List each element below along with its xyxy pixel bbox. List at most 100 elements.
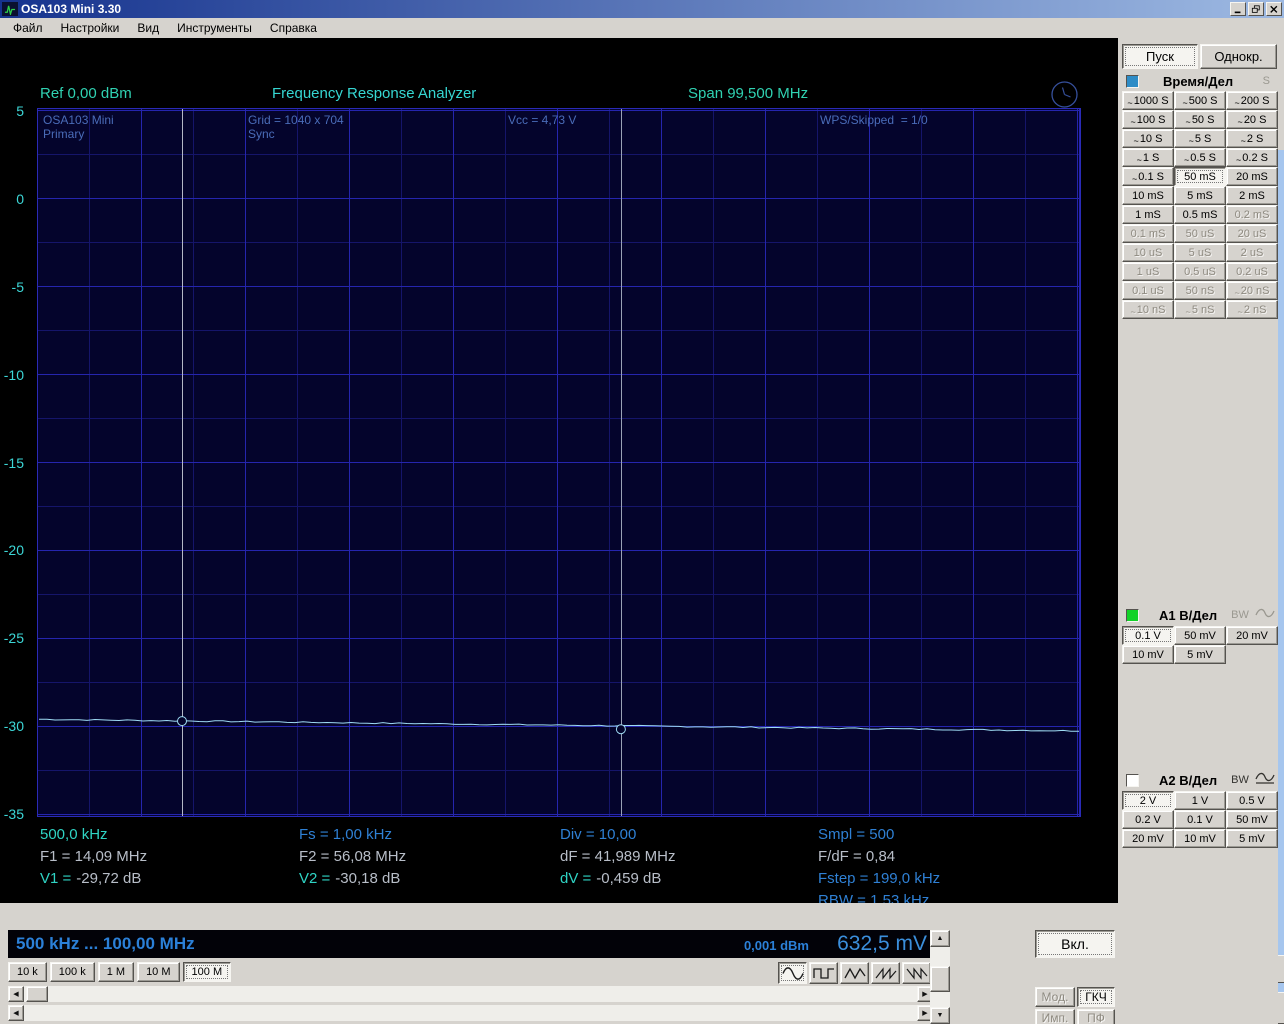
menu-bar: Файл Настройки Вид Инструменты Справка (0, 18, 1284, 38)
timebase-checkbox[interactable] (1126, 74, 1139, 88)
timebase-20-ns: ~20 nS (1226, 281, 1278, 300)
timebase-0.1-s[interactable]: ~0.1 S (1122, 167, 1174, 186)
timebase-100-s[interactable]: ~100 S (1122, 110, 1174, 129)
band-button-100-m[interactable]: 100 M (182, 962, 232, 982)
timebase-50-ms[interactable]: 50 mS (1174, 167, 1226, 186)
timebase-0.2-s[interactable]: ~0.2 S (1226, 148, 1278, 167)
timebase-label: 50 uS (1185, 227, 1215, 240)
a2-scale-0.1-v[interactable]: 0.1 V (1174, 810, 1226, 829)
timebase-20-s[interactable]: ~20 S (1226, 110, 1278, 129)
menu-item-help[interactable]: Справка (261, 19, 326, 37)
timebase-label: 10 nS (1136, 303, 1166, 316)
a2-enable-checkbox[interactable] (1126, 773, 1139, 787)
timebase-label: 5 mS (1187, 189, 1213, 202)
a1-scale-50-mv[interactable]: 50 mV (1174, 626, 1226, 645)
run-button[interactable]: Пуск (1122, 44, 1198, 69)
generator-enable-button[interactable]: Вкл. (1035, 930, 1115, 958)
timebase-label: 0.1 mS (1130, 227, 1166, 240)
a1-scale-5-mv[interactable]: 5 mV (1174, 645, 1226, 664)
scroll-up-button[interactable]: ▲ (930, 930, 950, 947)
timebase-2-ms[interactable]: 2 mS (1226, 186, 1278, 205)
scroll-down-button[interactable]: ▼ (930, 1007, 950, 1024)
menu-item-view[interactable]: Вид (128, 19, 168, 37)
timebase-2-s[interactable]: ~2 S (1226, 129, 1278, 148)
a2-coupling-sine-icon[interactable] (1255, 771, 1275, 789)
triangle-wave-button[interactable] (840, 962, 869, 984)
band-button-10-m[interactable]: 10 M (137, 962, 180, 982)
roll-mode-icon: ~ (1132, 173, 1138, 184)
scroll-thumb[interactable] (930, 966, 950, 992)
scroll-left-button[interactable]: ◀ (8, 986, 24, 1002)
scroll-left-button[interactable]: ◀ (8, 1005, 24, 1021)
generator-coarse-scrollbar[interactable]: ◀ ▶ (8, 986, 933, 1002)
a2-scale-20-mv[interactable]: 20 mV (1122, 829, 1174, 848)
title-bar[interactable]: OSA103 Mini 3.30 (0, 0, 1284, 18)
timebase-1-s[interactable]: ~1 S (1122, 148, 1174, 167)
timebase-label: 5 nS (1191, 303, 1215, 316)
sweep-gkch-button[interactable]: ГКЧ (1077, 987, 1115, 1007)
square-wave-button[interactable] (809, 962, 838, 984)
menu-item-settings[interactable]: Настройки (52, 19, 129, 37)
y-tick-label: 5 (16, 103, 24, 119)
timebase-label: 20 mS (1236, 170, 1268, 183)
timebase-label: 2 nS (1243, 303, 1267, 316)
y-tick-5: -5 (0, 279, 30, 295)
menu-item-file[interactable]: Файл (4, 19, 52, 37)
a2-scale-0.2-v[interactable]: 0.2 V (1122, 810, 1174, 829)
timebase-label: 100 S (1136, 113, 1166, 126)
timebase-label: 0.2 S (1242, 151, 1268, 164)
band-button-1-m[interactable]: 1 M (97, 962, 135, 982)
a1-scale-20-mv[interactable]: 20 mV (1226, 626, 1278, 645)
timebase-0.5-ms[interactable]: 0.5 mS (1174, 205, 1226, 224)
a2-scale-10-mv[interactable]: 10 mV (1174, 829, 1226, 848)
ramp-up-wave-button[interactable] (871, 962, 900, 984)
pulse-imp-button: Имп. (1035, 1009, 1075, 1024)
timebase-5-ms[interactable]: 5 mS (1174, 186, 1226, 205)
timebase-20-ms[interactable]: 20 mS (1226, 167, 1278, 186)
timebase-1000-s[interactable]: ~1000 S (1122, 91, 1174, 110)
restore-button[interactable] (1248, 2, 1264, 16)
a2-scale-50-mv[interactable]: 50 mV (1226, 810, 1278, 829)
timebase-label: 1000 S (1133, 94, 1169, 107)
sine-wave-button[interactable] (778, 962, 807, 984)
timebase-0.5-us: 0.5 uS (1174, 262, 1226, 281)
y-tick-10: -10 (0, 367, 30, 383)
a2-scale-1-v[interactable]: 1 V (1174, 791, 1226, 810)
timebase-0.5-s[interactable]: ~0.5 S (1174, 148, 1226, 167)
a1-scale-0.1-v[interactable]: 0.1 V (1122, 626, 1174, 645)
timebase-50-s[interactable]: ~50 S (1174, 110, 1226, 129)
scroll-thumb[interactable] (26, 986, 48, 1002)
menu-item-tools[interactable]: Инструменты (168, 19, 261, 37)
a1-scale-10-mv[interactable]: 10 mV (1122, 645, 1174, 664)
a2-scale-5-mv[interactable]: 5 mV (1226, 829, 1278, 848)
generator-v-scrollbar[interactable]: ▲ ▼ (930, 930, 950, 1024)
generator-fine-scrollbar[interactable]: ◀ ▶ (8, 1005, 933, 1021)
close-button[interactable] (1266, 2, 1282, 16)
timebase-500-s[interactable]: ~500 S (1174, 91, 1226, 110)
timebase-10-s[interactable]: ~10 S (1122, 129, 1174, 148)
ramp-down-wave-button[interactable] (902, 962, 931, 984)
timebase-200-s[interactable]: ~200 S (1226, 91, 1278, 110)
a2-bw-toggle[interactable]: BW (1231, 774, 1249, 786)
band-button-label: 10 M (146, 966, 171, 978)
minimize-button[interactable] (1230, 2, 1246, 16)
timebase-label: 20 uS (1237, 227, 1267, 240)
timebase-1-ms[interactable]: 1 mS (1122, 205, 1174, 224)
plot-area[interactable]: OSA103 Mini Primary Grid = 1040 x 704 Sync… (37, 108, 1081, 817)
timebase-label: 200 S (1240, 94, 1270, 107)
measurement-col-2: Fs = 1,00 kHz F2 = 56,08 MHz V2 = -30,18 … (299, 824, 406, 890)
timebase-header: Время/Дел S (1122, 73, 1278, 89)
band-button-100-k[interactable]: 100 k (49, 962, 95, 982)
a2-scale-0.5-v[interactable]: 0.5 V (1226, 791, 1278, 810)
single-shot-button[interactable]: Однокр. (1200, 44, 1277, 69)
a1-enable-checkbox[interactable] (1126, 608, 1139, 622)
timebase-5-s[interactable]: ~5 S (1174, 129, 1226, 148)
measurement-col-1: 500,0 kHz F1 = 14,09 MHz V1 = -29,72 dB (40, 824, 147, 890)
v1-readout: V1 = -29,72 dB (40, 870, 142, 887)
roll-mode-icon: ~ (1234, 287, 1240, 298)
a2-scale-2-v[interactable]: 2 V (1122, 791, 1174, 810)
window-title: OSA103 Mini 3.30 (21, 2, 122, 16)
band-button-10-k[interactable]: 10 k (8, 962, 47, 982)
a2-scale-label: 0.5 V (1239, 794, 1265, 807)
timebase-10-ms[interactable]: 10 mS (1122, 186, 1174, 205)
